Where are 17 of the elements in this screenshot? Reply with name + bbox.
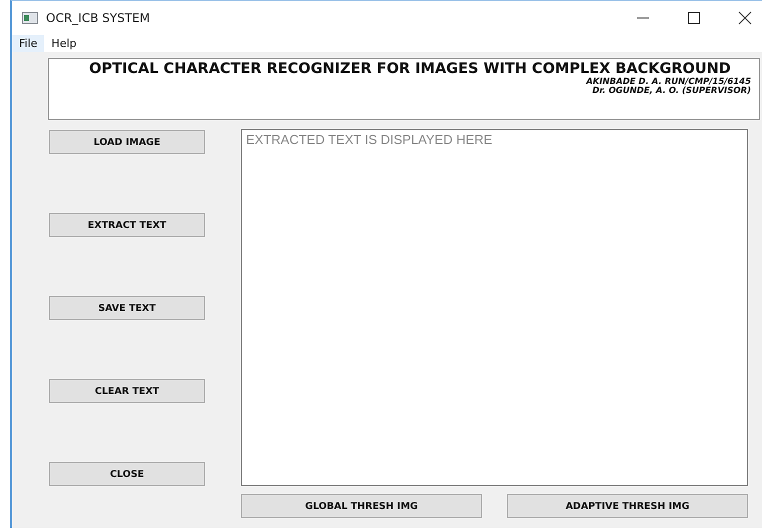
- app-icon: [22, 12, 38, 24]
- action-button[interactable]: SAVE TEXT: [49, 296, 205, 320]
- threshold-button[interactable]: ADAPTIVE THRESH IMG: [507, 494, 748, 518]
- menu-item[interactable]: File: [12, 34, 44, 52]
- action-button[interactable]: CLOSE: [49, 462, 205, 486]
- output-text-area[interactable]: EXTRACTED TEXT IS DISPLAYED HERE: [241, 129, 748, 486]
- threshold-button[interactable]: GLOBAL THRESH IMG: [241, 494, 482, 518]
- credit-line: Dr. OGUNDE, A. O. (SUPERVISOR): [592, 87, 751, 96]
- close-icon[interactable]: [738, 10, 752, 24]
- window-title: OCR_ICB SYSTEM: [46, 10, 150, 24]
- action-button[interactable]: LOAD IMAGE: [49, 130, 205, 154]
- credit-line: AKINBADE D. A. RUN/CMP/15/6145: [586, 78, 751, 87]
- menu-item[interactable]: Help: [44, 34, 84, 52]
- maximize-icon[interactable]: [687, 10, 701, 24]
- action-button[interactable]: EXTRACT TEXT: [49, 213, 205, 237]
- action-button[interactable]: CLEAR TEXT: [49, 379, 205, 403]
- header-title: OPTICAL CHARACTER RECOGNIZER FOR IMAGES WITH COMPLEX BACKGROUND: [88, 61, 732, 78]
